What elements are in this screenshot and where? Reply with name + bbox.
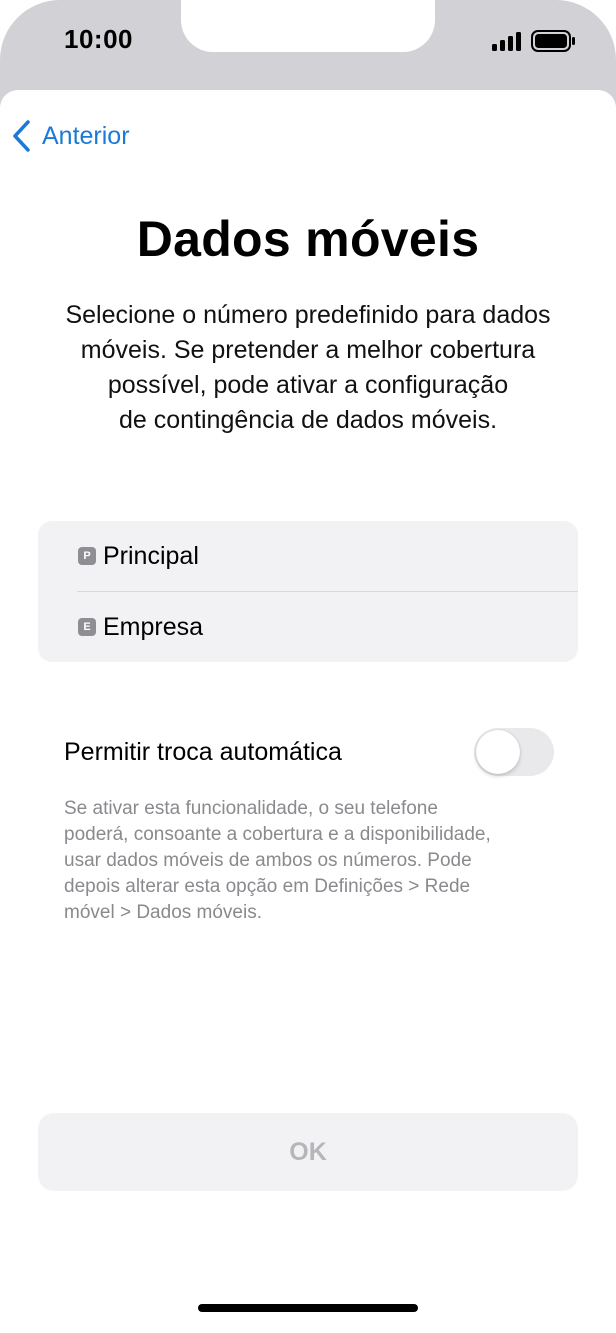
line-option-empresa[interactable]: E Empresa — [38, 592, 578, 662]
ok-button[interactable]: OK — [38, 1113, 578, 1191]
auto-switch-row: Permitir troca automática — [64, 722, 554, 782]
page-subtitle: Selecione o número predefinido para dado… — [65, 301, 551, 434]
page-title: Dados móveis — [136, 211, 480, 267]
status-time: 10:00 — [64, 24, 133, 54]
device-notch — [181, 0, 435, 52]
back-label: Anterior — [42, 121, 130, 150]
chevron-left-icon — [13, 120, 30, 152]
line-label: Principal — [103, 541, 199, 570]
back-button[interactable]: Anterior — [12, 118, 130, 154]
auto-switch-help-text: Se ativar esta funcionalidade, o seu tel… — [64, 798, 491, 923]
home-indicator — [198, 1304, 418, 1312]
auto-switch-toggle[interactable] — [474, 728, 554, 776]
line-badge-icon: P — [78, 547, 96, 565]
toggle-knob — [476, 730, 520, 774]
battery-icon — [531, 30, 575, 52]
line-badge-icon: E — [78, 618, 96, 636]
cellular-signal-icon — [492, 30, 575, 52]
line-label: Empresa — [103, 612, 204, 641]
auto-switch-label: Permitir troca automática — [64, 737, 342, 766]
phone-screen: 10:00 Anterior Dados móveis Selecione o … — [0, 0, 616, 1333]
line-selection-list: P Principal E Empresa — [38, 521, 578, 662]
status-icons — [490, 28, 580, 54]
line-option-principal[interactable]: P Principal — [38, 521, 578, 591]
modal-sheet: Anterior Dados móveis Selecione o número… — [0, 90, 616, 1333]
